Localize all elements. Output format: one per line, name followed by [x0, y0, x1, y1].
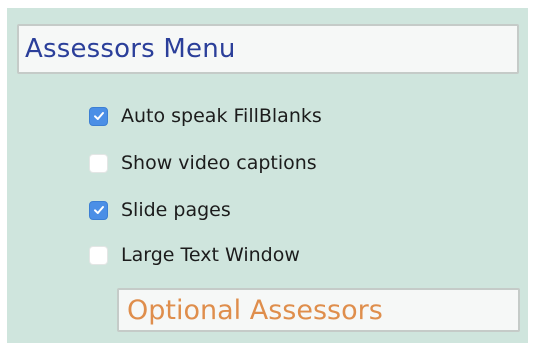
- optional-assessors-header: Optional Assessors: [117, 288, 520, 332]
- checkbox-auto-speak-fillblanks[interactable]: [89, 106, 108, 126]
- checkmark-icon: [93, 206, 104, 214]
- option-label: Large Text Window: [121, 244, 300, 266]
- assessors-menu-panel: Assessors Menu Auto speak FillBlanks Sho…: [7, 8, 528, 343]
- checkbox-show-video-captions[interactable]: [89, 153, 108, 173]
- option-label: Auto speak FillBlanks: [121, 105, 322, 127]
- checkbox-large-text-window[interactable]: [89, 245, 108, 265]
- option-label: Slide pages: [121, 199, 231, 221]
- option-slide-pages[interactable]: Slide pages: [89, 197, 231, 223]
- option-label: Show video captions: [121, 152, 317, 174]
- checkmark-icon: [93, 112, 104, 120]
- option-large-text-window[interactable]: Large Text Window: [89, 242, 300, 268]
- option-show-video-captions[interactable]: Show video captions: [89, 150, 317, 176]
- menu-title: Assessors Menu: [25, 34, 236, 64]
- option-auto-speak-fillblanks[interactable]: Auto speak FillBlanks: [89, 103, 322, 129]
- checkbox-slide-pages[interactable]: [89, 200, 108, 220]
- menu-title-box: Assessors Menu: [17, 24, 519, 74]
- section-title: Optional Assessors: [127, 295, 383, 326]
